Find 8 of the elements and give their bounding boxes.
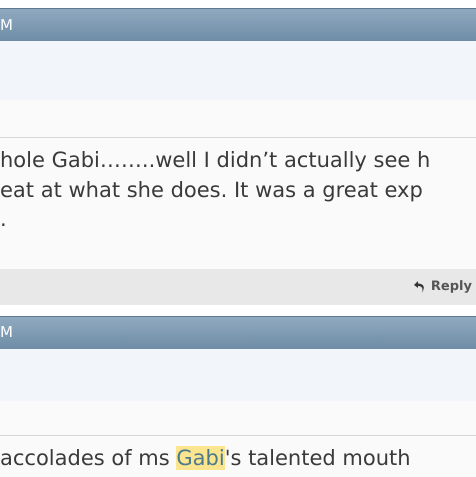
reply-arrow-icon [412, 280, 427, 294]
reply-button[interactable]: Reply [412, 276, 472, 296]
post-text: hole Gabi……..well I didn’t actually see h [0, 147, 432, 174]
post-text: accolades of ms Gabi's talented mouth [0, 444, 412, 472]
post-text: eat at what she does. It was a great exp [0, 176, 424, 204]
post-date: M [0, 14, 13, 36]
post-date: M [0, 322, 13, 344]
post-text: . [0, 206, 8, 233]
